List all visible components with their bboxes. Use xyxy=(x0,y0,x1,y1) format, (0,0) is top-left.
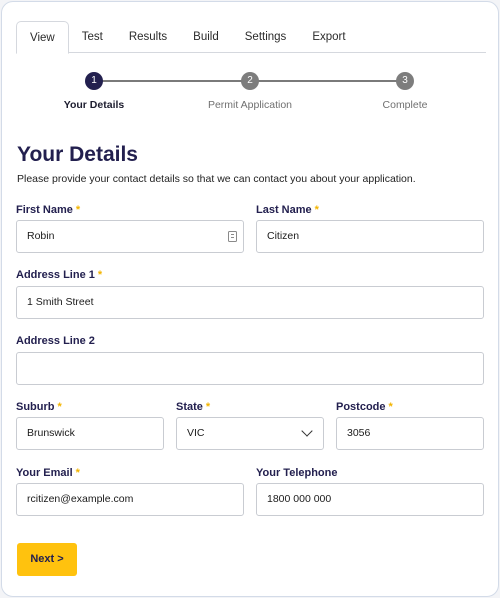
last-name-value: Citizen xyxy=(267,230,300,242)
telephone-label: Your Telephone xyxy=(256,467,338,479)
step-connector xyxy=(258,80,405,82)
telephone-value: 1800 000 000 xyxy=(267,493,332,505)
tab-build[interactable]: Build xyxy=(180,21,232,53)
required-marker: * xyxy=(97,269,103,281)
address-line-1-value: 1 Smith Street xyxy=(27,296,94,308)
first-name-value: Robin xyxy=(27,230,55,242)
postcode-label: Postcode * xyxy=(336,401,393,413)
required-marker: * xyxy=(57,401,62,413)
postcode-label-text: Postcode xyxy=(336,401,386,413)
state-label: State * xyxy=(176,401,210,413)
tab-settings[interactable]: Settings xyxy=(232,21,300,53)
telephone-field[interactable]: 1800 000 000 xyxy=(256,483,484,516)
progress-stepper: 1 2 3 Your Details Permit Application Co… xyxy=(2,70,500,114)
suburb-value: Brunswick xyxy=(27,427,75,439)
step-3-label: Complete xyxy=(382,99,428,111)
required-marker: * xyxy=(314,204,319,216)
last-name-label-text: Last Name xyxy=(256,204,312,216)
required-marker: * xyxy=(75,204,81,216)
step-1-label: Your Details xyxy=(63,99,125,111)
email-label: Your Email * xyxy=(16,467,80,479)
step-connector xyxy=(99,80,252,82)
contact-card-icon[interactable] xyxy=(228,231,237,242)
suburb-label: Suburb * xyxy=(16,401,62,413)
address-line-2-label: Address Line 2 xyxy=(16,335,95,347)
state-select[interactable]: VIC xyxy=(176,417,324,450)
tab-bar: View Test Results Build Settings Export xyxy=(16,21,486,54)
email-value: rcitizen@example.com xyxy=(27,493,134,505)
step-2-indicator: 2 xyxy=(241,72,259,90)
step-2-label: Permit Application xyxy=(207,99,293,111)
state-value: VIC xyxy=(187,427,205,439)
address-line-1-field[interactable]: 1 Smith Street xyxy=(16,286,484,319)
email-field[interactable]: rcitizen@example.com xyxy=(16,483,244,516)
tab-results[interactable]: Results xyxy=(116,21,180,53)
suburb-label-text: Suburb xyxy=(16,401,55,413)
postcode-field[interactable]: 3056 xyxy=(336,417,484,450)
first-name-label: First Name * xyxy=(16,204,80,216)
suburb-field[interactable]: Brunswick xyxy=(16,417,164,450)
postcode-value: 3056 xyxy=(347,427,371,439)
tab-test[interactable]: Test xyxy=(69,21,116,53)
first-name-field[interactable]: Robin xyxy=(16,220,244,253)
address-line-1-label: Address Line 1 * xyxy=(16,269,102,281)
address-line-2-label-text: Address Line 2 xyxy=(16,335,95,347)
page-title: Your Details xyxy=(17,143,138,166)
tab-export[interactable]: Export xyxy=(299,21,358,53)
required-marker: * xyxy=(205,401,211,413)
required-marker: * xyxy=(388,401,393,413)
step-1-indicator: 1 xyxy=(85,72,103,90)
next-button[interactable]: Next > xyxy=(17,543,77,576)
required-marker: * xyxy=(75,467,80,479)
form-card: View Test Results Build Settings Export … xyxy=(1,1,499,597)
step-3-indicator: 3 xyxy=(396,72,414,90)
email-label-text: Your Email xyxy=(16,467,73,479)
address-line-1-label-text: Address Line 1 xyxy=(16,269,95,281)
page-intro: Please provide your contact details so t… xyxy=(17,173,416,185)
first-name-label-text: First Name xyxy=(16,204,73,216)
tab-view[interactable]: View xyxy=(16,21,69,54)
address-line-2-field[interactable] xyxy=(16,352,484,385)
last-name-field[interactable]: Citizen xyxy=(256,220,484,253)
last-name-label: Last Name * xyxy=(256,204,319,216)
chevron-down-icon xyxy=(301,425,313,437)
state-label-text: State xyxy=(176,401,203,413)
telephone-label-text: Your Telephone xyxy=(256,467,338,479)
